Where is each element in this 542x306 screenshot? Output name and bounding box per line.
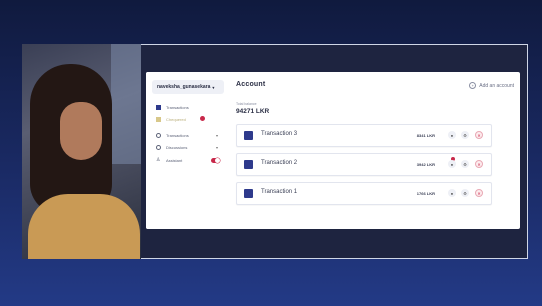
close-icon[interactable]: ✕ xyxy=(475,131,483,139)
user-name: naveksha_gunasekara xyxy=(157,84,211,90)
close-icon[interactable]: ✕ xyxy=(475,189,483,197)
clock-icon xyxy=(156,145,161,150)
sidebar-item-assistant[interactable]: ♙ Assistant xyxy=(156,156,226,165)
eye-icon[interactable]: ● xyxy=(448,189,456,197)
add-account-button[interactable]: + Add an account xyxy=(469,82,514,89)
sidebar-item-transactions-2[interactable]: Transactions ▾ xyxy=(156,131,226,140)
transaction-color-swatch xyxy=(244,160,253,169)
transaction-card[interactable]: Transaction 1 1766 LKR ● ⚙ ✕ xyxy=(236,182,492,205)
chevron-down-icon: ▾ xyxy=(215,133,218,138)
balance-label: Total balance xyxy=(236,102,257,106)
sidebar-item-label: Transactions xyxy=(166,133,189,138)
presenter-background xyxy=(111,44,141,164)
presenter-face xyxy=(60,102,102,160)
person-icon: ♙ xyxy=(156,157,161,163)
gear-icon[interactable]: ⚙ xyxy=(461,131,469,139)
user-dropdown[interactable]: naveksha_gunasekara ▾ xyxy=(152,80,224,94)
sidebar-item-label: Assistant xyxy=(166,158,183,163)
notification-badge xyxy=(200,116,205,121)
transaction-amount: 8341 LKR xyxy=(416,133,435,138)
sidebar-item-chequered[interactable]: Chequered xyxy=(156,115,226,124)
close-icon[interactable]: ✕ xyxy=(475,160,483,168)
balance-value: 94271 LKR xyxy=(236,108,270,115)
transaction-card[interactable]: Transaction 2 3942 LKR ● ⚙ ✕ xyxy=(236,153,492,176)
sidebar-item-label: Discussions xyxy=(166,145,188,150)
add-account-label: Add an account xyxy=(479,82,514,89)
eye-icon[interactable]: ● xyxy=(448,131,456,139)
chevron-down-icon: ▾ xyxy=(212,84,215,90)
page-title: Account xyxy=(236,81,266,88)
presenter-shirt xyxy=(28,194,140,259)
transaction-amount: 3942 LKR xyxy=(416,162,435,167)
sidebar-item-discussions[interactable]: Discussions ▾ xyxy=(156,143,226,152)
sidebar: naveksha_gunasekara ▾ Transactions Chequ… xyxy=(146,72,231,229)
list-icon xyxy=(156,105,161,110)
chevron-down-icon: ▾ xyxy=(215,145,218,150)
sidebar-item-label: Transactions xyxy=(166,105,189,110)
transaction-name: Transaction 1 xyxy=(261,189,298,195)
transaction-name: Transaction 3 xyxy=(261,131,298,137)
presenter-video xyxy=(22,44,141,259)
app-window: naveksha_gunasekara ▾ Transactions Chequ… xyxy=(146,72,520,229)
transaction-name: Transaction 2 xyxy=(261,160,298,166)
sidebar-item-label: Chequered xyxy=(166,117,186,122)
gear-icon xyxy=(156,133,161,138)
gear-icon[interactable]: ⚙ xyxy=(461,160,469,168)
transaction-amount: 1766 LKR xyxy=(416,191,435,196)
plus-circle-icon: + xyxy=(469,82,477,89)
eye-icon[interactable]: ● xyxy=(448,160,456,168)
main-content: Account + Add an account Total balance 9… xyxy=(231,72,520,229)
assistant-toggle[interactable] xyxy=(211,158,220,163)
sidebar-item-transactions[interactable]: Transactions xyxy=(156,103,226,112)
gear-icon[interactable]: ⚙ xyxy=(461,189,469,197)
transaction-color-swatch xyxy=(244,189,253,198)
transaction-card[interactable]: Transaction 3 8341 LKR ● ⚙ ✕ xyxy=(236,124,492,147)
card-icon xyxy=(156,117,161,122)
transaction-color-swatch xyxy=(244,131,253,140)
